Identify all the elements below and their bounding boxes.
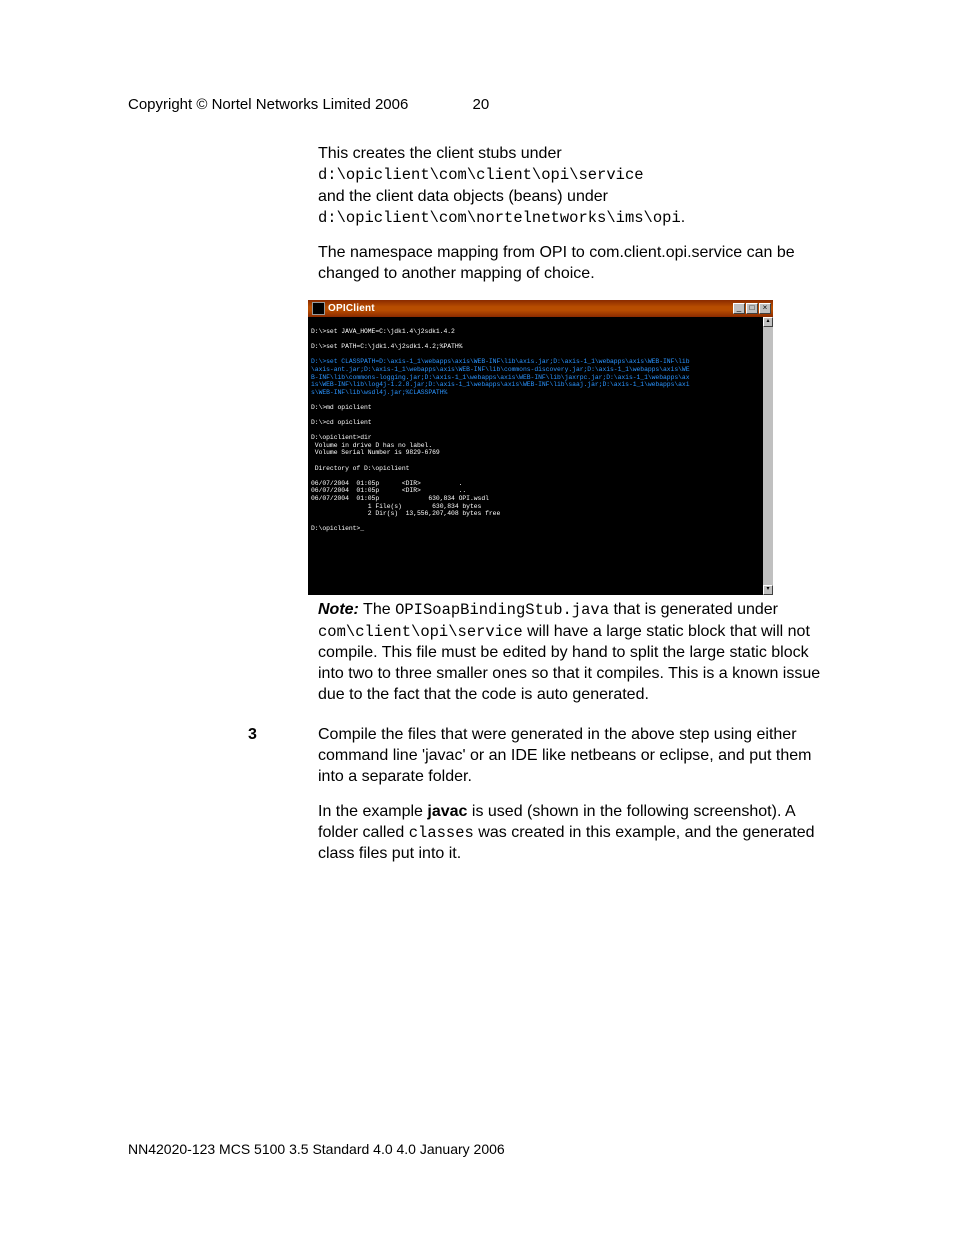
terminal-line: D:\>set CLASSPATH=D:\axis-1_1\webapps\ax… [311, 358, 761, 366]
step-number: 3 [248, 724, 257, 745]
terminal-line [311, 427, 761, 435]
terminal-line: D:\>md opiclient [311, 404, 761, 412]
terminal-output: D:\>set JAVA_HOME=C:\jdk1.4\j2sdk1.4.2 D… [311, 320, 761, 533]
text: The [359, 601, 395, 618]
terminal-line: D:\opiclient>_ [311, 525, 761, 533]
close-button[interactable]: × [759, 303, 771, 314]
terminal-line: s\WEB-INF\lib\wsdl4j.jar;%CLASSPATH% [311, 389, 761, 397]
bold-text: javac [427, 803, 467, 820]
step-paragraph-2: In the example javac is used (shown in t… [318, 801, 832, 865]
text: This creates the client stubs under [318, 145, 562, 162]
terminal-line: B-INF\lib\commons-logging.jar;D:\axis-1_… [311, 374, 761, 382]
terminal-line [311, 472, 761, 480]
terminal-line: D:\>set JAVA_HOME=C:\jdk1.4\j2sdk1.4.2 [311, 328, 761, 336]
terminal-line [311, 457, 761, 465]
terminal-line: D:\opiclient>dir [311, 434, 761, 442]
step-paragraph-1: Compile the files that were generated in… [318, 724, 832, 787]
text: that is generated under [609, 601, 778, 618]
step-3: 3 Compile the files that were generated … [318, 724, 832, 865]
maximize-button[interactable]: □ [746, 303, 758, 314]
main-content: This creates the client stubs under d:\o… [318, 143, 832, 865]
intro-paragraph: This creates the client stubs under d:\o… [318, 143, 832, 228]
code-text: OPISoapBindingStub.java [395, 601, 609, 619]
scroll-up-button[interactable]: ▴ [763, 317, 773, 327]
app-icon [312, 302, 325, 315]
terminal-line: is\WEB-INF\lib\log4j-1.2.8.jar;D:\axis-1… [311, 381, 761, 389]
page-footer: NN42020-123 MCS 5100 3.5 Standard 4.0 4.… [128, 1141, 505, 1157]
terminal-line: Directory of D:\opiclient [311, 465, 761, 473]
terminal-line: 06/07/2004 01:05p <DIR> . [311, 480, 761, 488]
text: and the client data objects (beans) unde… [318, 188, 608, 205]
code-path: d:\opiclient\com\client\opi\service [318, 166, 644, 184]
window-title: OPIClient [328, 302, 375, 315]
terminal-line: 1 File(s) 630,834 bytes [311, 503, 761, 511]
terminal-line: Volume in drive D has no label. [311, 442, 761, 450]
page-number: 20 [473, 96, 490, 113]
terminal-line [311, 336, 761, 344]
terminal-line [311, 411, 761, 419]
terminal-screenshot: OPIClient _ □ × D:\>set JAVA_HOME=C:\jdk… [308, 300, 773, 595]
terminal-line [311, 320, 761, 328]
terminal-line: 06/07/2004 01:05p <DIR> .. [311, 487, 761, 495]
terminal-line [311, 396, 761, 404]
terminal-line: D:\>cd opiclient [311, 419, 761, 427]
terminal-body: D:\>set JAVA_HOME=C:\jdk1.4\j2sdk1.4.2 D… [308, 317, 773, 595]
terminal-line: D:\>set PATH=C:\jdk1.4\j2sdk1.4.2;%PATH% [311, 343, 761, 351]
copyright-text: Copyright © Nortel Networks Limited 2006 [128, 96, 408, 113]
note-label: Note: [318, 601, 359, 618]
terminal-line: 2 Dir(s) 13,556,207,408 bytes free [311, 510, 761, 518]
window-titlebar: OPIClient _ □ × [308, 300, 773, 317]
code-text: com\client\opi\service [318, 623, 523, 641]
terminal-line [311, 518, 761, 526]
terminal-line: Volume Serial Number is 9829-6769 [311, 449, 761, 457]
note-paragraph: Note: The OPISoapBindingStub.java that i… [318, 599, 832, 705]
text: In the example [318, 803, 427, 820]
minimize-button[interactable]: _ [733, 303, 745, 314]
scrollbar[interactable]: ▴ ▾ [763, 317, 773, 595]
namespace-paragraph: The namespace mapping from OPI to com.cl… [318, 242, 832, 284]
text: . [681, 209, 685, 226]
scroll-down-button[interactable]: ▾ [763, 585, 773, 595]
page-header: Copyright © Nortel Networks Limited 2006… [128, 96, 842, 113]
terminal-line [311, 351, 761, 359]
terminal-line: \axis-ant.jar;D:\axis-1_1\webapps\axis\W… [311, 366, 761, 374]
code-path: d:\opiclient\com\nortelnetworks\ims\opi [318, 209, 681, 227]
terminal-line: 06/07/2004 01:05p 630,834 OPI.wsdl [311, 495, 761, 503]
code-text: classes [409, 824, 474, 842]
